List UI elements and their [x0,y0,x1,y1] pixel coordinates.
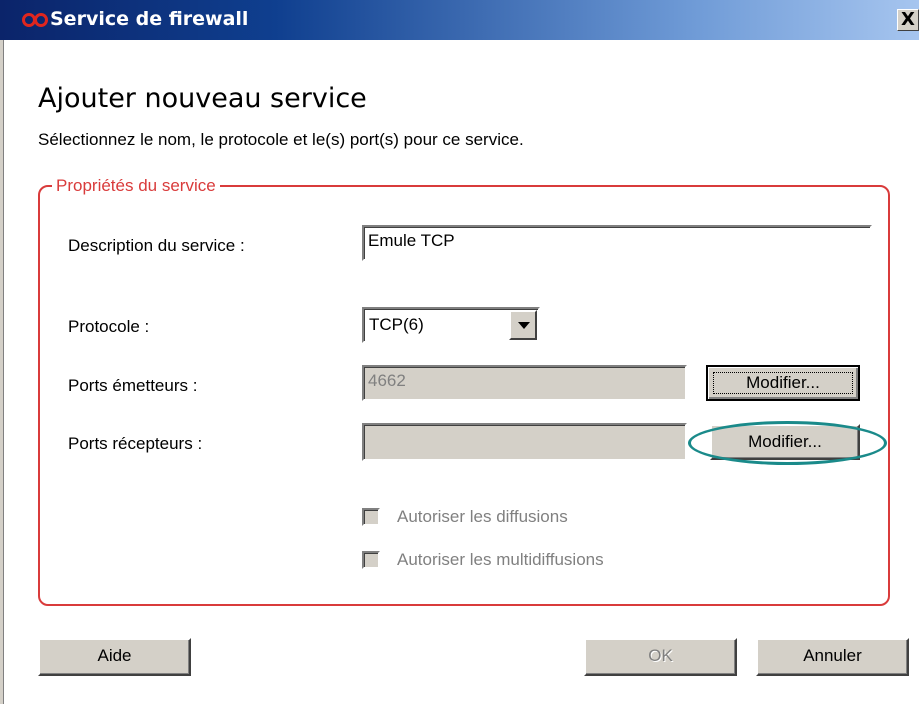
title-bar: Service de firewall X [0,0,919,40]
allow-multicast-checkbox [362,551,380,569]
dest-ports-input [362,423,687,461]
cancel-button-label: Annuler [803,646,862,665]
allow-broadcast-label: Autoriser les diffusions [397,507,568,526]
ok-button-label: OK [648,646,673,665]
page-subtitle: Sélectionnez le nom, le protocole et le(… [38,130,524,149]
source-ports-label: Ports émetteurs : [68,376,198,395]
window-border [0,40,4,704]
ok-button: OK [584,638,737,676]
modify-source-ports-label: Modifier... [746,373,820,392]
description-label: Description du service : [68,236,245,255]
protocol-value: TCP(6) [369,315,424,334]
modify-source-ports-button[interactable]: Modifier... [706,365,860,401]
page-title: Ajouter nouveau service [38,83,367,114]
protocol-label: Protocole : [68,317,150,336]
group-legend: Propriétés du service [52,176,220,196]
allow-broadcast-checkbox [362,508,380,526]
help-button-label: Aide [97,646,132,665]
description-input[interactable]: Emule TCP [362,225,872,261]
chevron-down-icon[interactable] [509,310,537,340]
window-title: Service de firewall [50,8,249,30]
close-button[interactable]: X [897,9,919,31]
app-logo-icon [22,13,48,27]
allow-multicast-label: Autoriser les multidiffusions [397,550,604,569]
protocol-select[interactable]: TCP(6) [362,307,540,343]
help-button[interactable]: Aide [38,638,191,676]
dest-ports-label: Ports récepteurs : [68,434,203,453]
highlight-annotation [688,421,887,465]
cancel-button[interactable]: Annuler [756,638,909,676]
source-ports-input: 4662 [362,365,687,401]
